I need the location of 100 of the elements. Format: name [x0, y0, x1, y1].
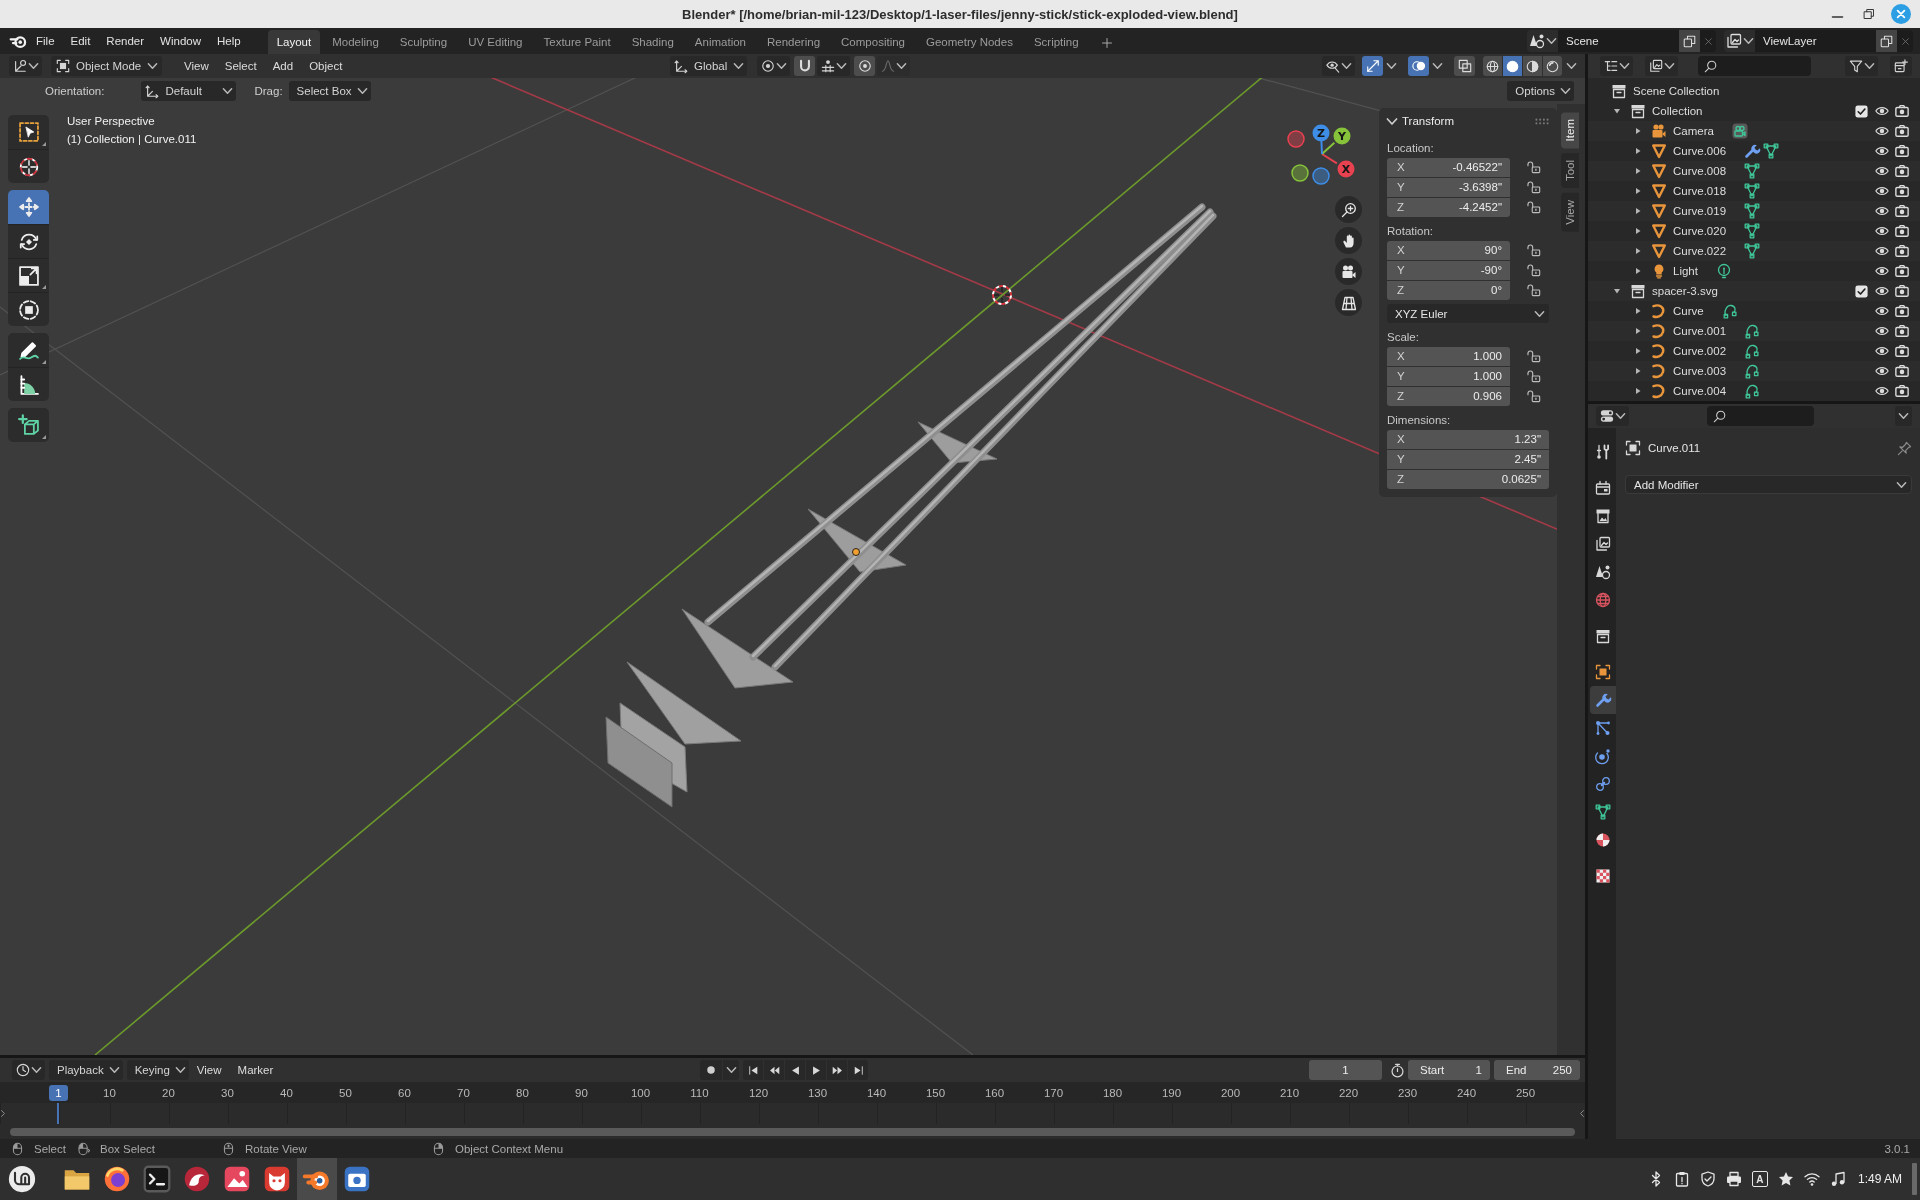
- item-name[interactable]: Curve.018: [1673, 185, 1727, 197]
- tool-button[interactable]: [8, 258, 49, 292]
- sidebar-tab[interactable]: Tool: [1561, 153, 1579, 189]
- unlocked-icon[interactable]: [1527, 243, 1541, 257]
- camera-view-button[interactable]: [1335, 258, 1362, 285]
- shading-mode-button[interactable]: [1543, 56, 1562, 76]
- workspace-tab[interactable]: Animation: [685, 30, 755, 54]
- overlay-toggle[interactable]: [1408, 56, 1429, 76]
- display-mode-dropdown[interactable]: [1600, 56, 1633, 76]
- render-camera-icon[interactable]: [1895, 324, 1909, 338]
- menu-item[interactable]: File: [28, 31, 63, 51]
- number-field[interactable]: Y -90°: [1387, 260, 1510, 280]
- menu-item[interactable]: Render: [98, 31, 153, 51]
- collapse-arrow-icon[interactable]: [1613, 287, 1621, 295]
- workspace-tab[interactable]: Layout: [267, 30, 321, 54]
- render-camera-icon[interactable]: [1895, 104, 1909, 118]
- render-camera-icon[interactable]: [1895, 244, 1909, 258]
- camera-data-icon[interactable]: [1731, 123, 1748, 139]
- workspace-tab[interactable]: Scripting: [1024, 30, 1088, 54]
- record-button[interactable]: [700, 1060, 722, 1080]
- mesh-vertices-icon[interactable]: [1744, 223, 1761, 239]
- curve-data-icon[interactable]: [1744, 323, 1761, 339]
- proportional-editing-toggle[interactable]: [854, 56, 875, 76]
- shading-mode-button[interactable]: [1503, 56, 1522, 76]
- keying-options-dropdown[interactable]: [723, 1060, 739, 1080]
- sidebar-tab[interactable]: View: [1561, 193, 1579, 233]
- eye-icon[interactable]: [1875, 264, 1889, 278]
- eye-icon[interactable]: [1875, 244, 1889, 258]
- render-camera-icon[interactable]: [1895, 264, 1909, 278]
- tool-button[interactable]: [8, 367, 49, 401]
- expand-arrow-icon[interactable]: [1634, 387, 1642, 395]
- shield-icon[interactable]: [1699, 1171, 1716, 1187]
- play-reverse-button[interactable]: [785, 1060, 805, 1080]
- eye-icon[interactable]: [1875, 364, 1889, 378]
- stopwatch-icon[interactable]: [1390, 1062, 1405, 1078]
- eye-icon[interactable]: [1875, 284, 1889, 298]
- render-camera-icon[interactable]: [1895, 164, 1909, 178]
- menu-dropdown[interactable]: Keying: [126, 1060, 189, 1080]
- visibility-dropdown[interactable]: [1322, 56, 1355, 76]
- number-field[interactable]: X 1.23": [1387, 429, 1549, 449]
- pivot-dropdown[interactable]: [757, 56, 790, 76]
- collapse-arrow-icon[interactable]: [1613, 107, 1621, 115]
- curve-data-icon[interactable]: [1744, 343, 1761, 359]
- item-name[interactable]: Curve.019: [1673, 205, 1727, 217]
- unlocked-icon[interactable]: [1527, 349, 1541, 363]
- item-name[interactable]: Curve.003: [1673, 365, 1727, 377]
- tool-button[interactable]: [8, 224, 49, 258]
- item-name[interactable]: Curve.006: [1673, 145, 1727, 157]
- eye-icon[interactable]: [1875, 164, 1889, 178]
- options-dropdown[interactable]: [1895, 406, 1912, 426]
- item-name[interactable]: Curve: [1673, 305, 1704, 317]
- music-note-icon[interactable]: [1829, 1171, 1846, 1187]
- render-camera-icon[interactable]: [1895, 304, 1909, 318]
- tool-button[interactable]: [8, 292, 49, 326]
- star-icon[interactable]: [1777, 1171, 1794, 1187]
- eye-icon[interactable]: [1875, 124, 1889, 138]
- keyframe-track[interactable]: [0, 1103, 1585, 1124]
- next-keyframe-button[interactable]: [827, 1060, 847, 1080]
- editor-type-button[interactable]: [1596, 406, 1629, 426]
- menu-dropdown[interactable]: Playback: [49, 1060, 123, 1080]
- panel-title[interactable]: Transform: [1402, 115, 1454, 127]
- search-field[interactable]: [1698, 56, 1811, 76]
- editor-type-button[interactable]: [9, 56, 42, 76]
- orientation-dropdown[interactable]: Default: [141, 81, 237, 101]
- item-name[interactable]: Curve.020: [1673, 225, 1727, 237]
- item-name[interactable]: Curve.002: [1673, 345, 1727, 357]
- falloff-dropdown[interactable]: [877, 56, 910, 76]
- menu-item[interactable]: Help: [209, 31, 249, 51]
- eye-icon[interactable]: [1875, 344, 1889, 358]
- filter-dropdown[interactable]: [1845, 56, 1878, 76]
- options-dropdown[interactable]: Options: [1507, 81, 1574, 101]
- menu-item[interactable]: View: [188, 1060, 230, 1080]
- workspace-tab[interactable]: Texture Paint: [534, 30, 620, 54]
- gizmo-toggle[interactable]: [1362, 56, 1383, 76]
- workspace-tab[interactable]: Sculpting: [390, 30, 457, 54]
- current-frame-marker[interactable]: 1: [49, 1085, 68, 1101]
- expand-arrow-icon[interactable]: [1634, 147, 1642, 155]
- mode-dropdown[interactable]: Object Mode: [51, 56, 162, 76]
- eye-icon[interactable]: [1875, 384, 1889, 398]
- gizmo-axis-ball[interactable]: [1291, 164, 1309, 182]
- pan-button[interactable]: [1335, 227, 1362, 254]
- expand-arrow-icon[interactable]: [1634, 267, 1642, 275]
- item-name[interactable]: Curve.001: [1673, 325, 1727, 337]
- unlocked-icon[interactable]: [1527, 160, 1541, 174]
- item-name[interactable]: Camera: [1673, 125, 1714, 137]
- view-layer-menu-button[interactable]: [1724, 30, 1755, 52]
- item-name[interactable]: Light: [1673, 265, 1698, 277]
- item-name[interactable]: Curve.022: [1673, 245, 1727, 257]
- expand-arrow-icon[interactable]: [1634, 247, 1642, 255]
- number-field[interactable]: Y 2.45": [1387, 449, 1549, 469]
- end-frame-field[interactable]: End 250: [1494, 1060, 1580, 1080]
- mesh-vertices-icon[interactable]: [1744, 163, 1761, 179]
- expand-arrow-icon[interactable]: [1634, 207, 1642, 215]
- new-view-layer-button[interactable]: [1876, 30, 1897, 52]
- expand-arrow-icon[interactable]: [1634, 167, 1642, 175]
- unlocked-icon[interactable]: [1527, 263, 1541, 277]
- menu-item[interactable]: Window: [152, 31, 209, 51]
- render-camera-icon[interactable]: [1895, 224, 1909, 238]
- checkbox[interactable]: [1855, 284, 1868, 298]
- new-scene-button[interactable]: [1679, 30, 1700, 52]
